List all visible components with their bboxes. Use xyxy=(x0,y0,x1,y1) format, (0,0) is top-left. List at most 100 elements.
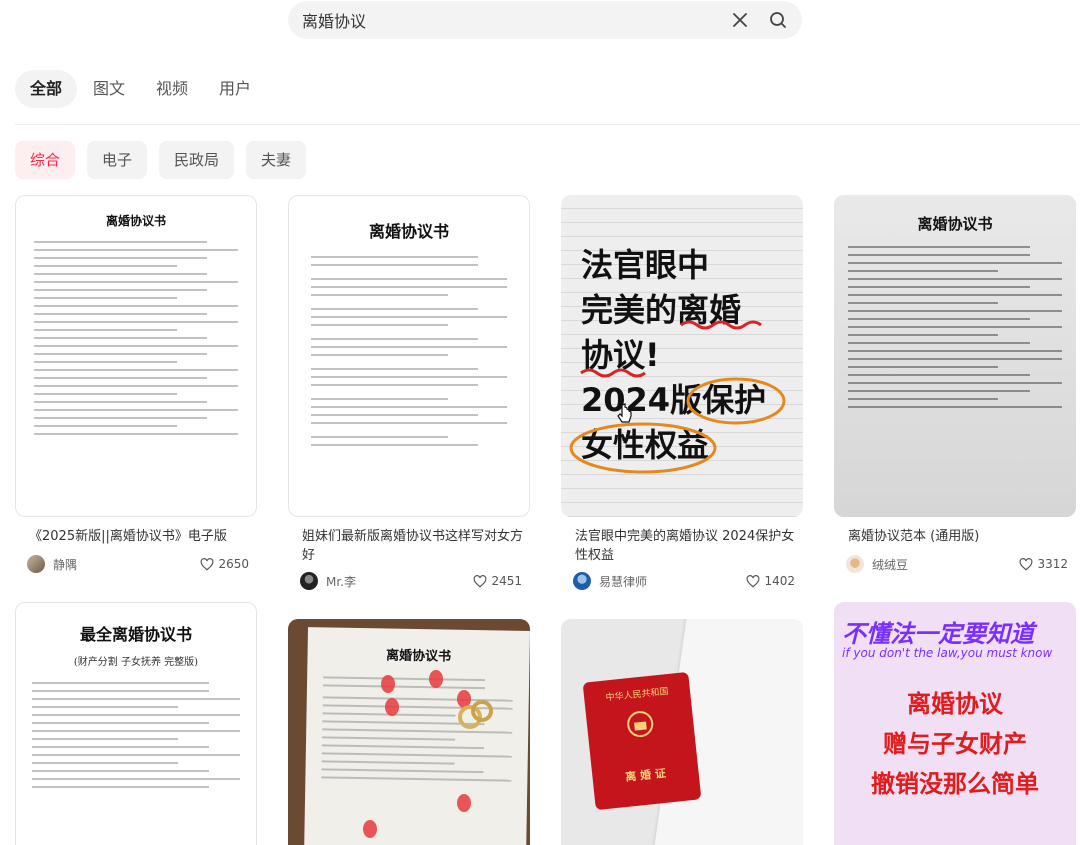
like-button[interactable]: 2650 xyxy=(200,557,249,571)
note-cover[interactable]: 最全离婚协议书 (财产分割 子女抚养 完整版) xyxy=(15,602,257,845)
note-card[interactable]: 离婚协议书 姐妹们最新版离婚协议书这样写对女方好 Mr.李 2451 xyxy=(288,195,530,600)
passport-label: 中华人民共和国 xyxy=(605,686,670,704)
author-name[interactable]: Mr.李 xyxy=(326,573,473,590)
note-card[interactable]: 法官眼中 完美的离婚 协议! 2024版保护 女性权益 法官眼中完美的离婚协议 … xyxy=(561,195,803,600)
text-line xyxy=(32,738,178,740)
text-line xyxy=(32,778,240,780)
avatar[interactable] xyxy=(300,572,318,590)
note-cover[interactable]: 离婚协议书 xyxy=(288,619,530,845)
like-count: 1402 xyxy=(764,574,795,588)
note-card[interactable]: 中华人民共和国 离 婚 证 xyxy=(561,619,803,845)
avatar[interactable] xyxy=(846,555,864,573)
text-line xyxy=(848,406,1062,408)
divider xyxy=(15,124,1080,125)
text-line xyxy=(848,366,998,368)
note-card[interactable]: 离婚协议书 《2025新版||离婚协议书》电子版 静隅 2650 xyxy=(15,195,257,580)
search-button[interactable] xyxy=(768,10,788,30)
text-line xyxy=(34,353,208,355)
chip-couple[interactable]: 夫妻 xyxy=(246,141,307,179)
text-line xyxy=(34,401,208,403)
text-line xyxy=(34,377,208,379)
text-line xyxy=(32,762,178,764)
text-line xyxy=(848,390,1030,392)
text-line xyxy=(34,433,238,435)
text-line xyxy=(311,422,507,424)
text-line xyxy=(311,286,507,288)
text-line xyxy=(848,286,1030,288)
note-card[interactable]: 最全离婚协议书 (财产分割 子女抚养 完整版) xyxy=(15,602,257,845)
text-line xyxy=(848,334,998,336)
text-line xyxy=(848,374,1030,376)
note-cover[interactable]: 离婚协议书 xyxy=(288,195,530,517)
cover-doc-subtitle: (财产分割 子女抚养 完整版) xyxy=(73,657,199,668)
like-button[interactable]: 2451 xyxy=(473,574,522,588)
note-cover[interactable]: 中华人民共和国 离 婚 证 xyxy=(561,619,803,845)
chip-electronic[interactable]: 电子 xyxy=(87,141,148,179)
poster-line: 离婚协议 xyxy=(907,690,1003,718)
text-line xyxy=(848,310,1062,312)
text-line xyxy=(311,354,449,356)
text-line xyxy=(32,786,209,788)
note-card[interactable]: 不懂法一定要知道 if you don't the law,you must k… xyxy=(834,602,1076,845)
text-line xyxy=(34,321,238,323)
text-line xyxy=(34,273,208,275)
author-name[interactable]: 绒绒豆 xyxy=(872,556,1019,573)
text-line xyxy=(311,368,478,370)
poster-top-text: 不懂法一定要知道 xyxy=(842,620,1034,648)
text-line xyxy=(311,398,449,400)
note-card[interactable]: 离婚协议书 xyxy=(288,619,530,845)
note-cover[interactable]: 离婚协议书 xyxy=(834,195,1076,517)
text-line xyxy=(311,436,449,438)
author-name[interactable]: 易慧律师 xyxy=(599,573,746,590)
text-line xyxy=(848,278,1062,280)
note-cover[interactable]: 离婚协议书 xyxy=(15,195,257,517)
avatar[interactable] xyxy=(27,555,45,573)
tab-users[interactable]: 用户 xyxy=(204,70,266,108)
like-button[interactable]: 3312 xyxy=(1019,557,1068,571)
poster-line: 赠与子女财产 xyxy=(883,730,1027,758)
heart-icon xyxy=(1020,557,1033,571)
note-title[interactable]: 姐妹们最新版离婚协议书这样写对女方好 xyxy=(302,527,527,565)
text-line xyxy=(34,345,238,347)
text-line xyxy=(848,294,1062,296)
text-line xyxy=(311,376,507,378)
text-line xyxy=(311,414,478,416)
text-line xyxy=(311,264,478,266)
like-count: 2650 xyxy=(218,557,249,571)
text-line xyxy=(848,302,998,304)
text-line xyxy=(32,754,240,756)
scribble-decoration xyxy=(569,320,786,474)
heart-icon xyxy=(747,574,760,588)
tab-all[interactable]: 全部 xyxy=(15,70,78,108)
text-line xyxy=(32,690,209,692)
text-line xyxy=(34,369,238,371)
text-line xyxy=(848,358,1062,360)
search-input[interactable] xyxy=(302,1,722,39)
filter-chips: 综合 电子 民政局 夫妻 xyxy=(15,141,318,179)
text-line xyxy=(34,289,208,291)
tab-image-text[interactable]: 图文 xyxy=(78,70,140,108)
note-meta: 易慧律师 1402 xyxy=(573,571,795,591)
author-name[interactable]: 静隅 xyxy=(53,556,200,573)
chip-civil-affairs[interactable]: 民政局 xyxy=(159,141,235,179)
note-card[interactable]: 离婚协议书 离婚协议范本 (通用版) 绒绒豆 3312 xyxy=(834,195,1076,580)
like-button[interactable]: 1402 xyxy=(746,574,795,588)
clear-search-button[interactable] xyxy=(730,10,750,30)
text-line xyxy=(32,714,240,716)
tab-video[interactable]: 视频 xyxy=(141,70,203,108)
note-title[interactable]: 《2025新版||离婚协议书》电子版 xyxy=(29,527,254,546)
note-cover[interactable]: 法官眼中 完美的离婚 协议! 2024版保护 女性权益 xyxy=(561,195,803,517)
text-line xyxy=(32,730,240,732)
text-line xyxy=(848,262,1062,264)
chip-comprehensive[interactable]: 综合 xyxy=(15,141,76,179)
text-line xyxy=(848,254,1030,256)
text-line xyxy=(311,308,478,310)
poster-sub-text: if you don't the law,you must know xyxy=(842,646,1053,660)
note-cover[interactable]: 不懂法一定要知道 if you don't the law,you must k… xyxy=(834,602,1076,845)
note-title[interactable]: 法官眼中完美的离婚协议 2024保护女性权益 xyxy=(575,527,800,565)
note-title[interactable]: 离婚协议范本 (通用版) xyxy=(848,527,1073,546)
national-emblem-icon xyxy=(627,711,654,738)
text-line xyxy=(848,326,1062,328)
passport-cover: 中华人民共和国 离 婚 证 xyxy=(582,671,702,811)
avatar[interactable] xyxy=(573,572,591,590)
